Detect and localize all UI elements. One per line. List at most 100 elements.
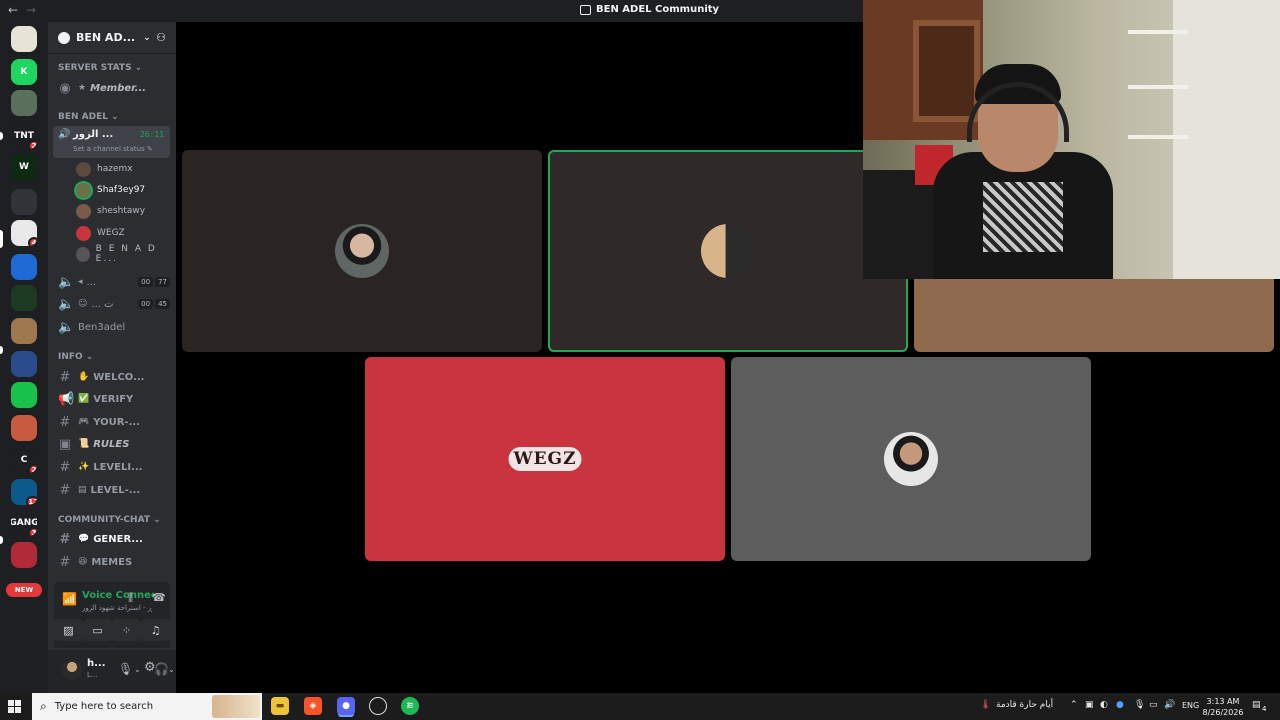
server-icon[interactable]	[11, 318, 37, 344]
chevron-down-icon[interactable]: ⌄	[168, 665, 175, 674]
microphone-icon[interactable]: 🎙	[1134, 700, 1145, 710]
headphones-icon[interactable]: 🎧	[154, 662, 169, 676]
scroll-emoji: 📜	[78, 439, 90, 449]
voice-user[interactable]: Shaf3ey97	[76, 181, 145, 199]
voice-channel-subtitle[interactable]: غرفة الزور - استراحة شهود الزور	[82, 604, 152, 612]
category-server-stats[interactable]: SERVER STATS ⌄	[58, 63, 142, 73]
voice-user[interactable]: hazemx	[76, 160, 133, 178]
voice-user[interactable]: sheshtawy	[76, 202, 145, 220]
hash-icon: #	[59, 459, 71, 475]
text-channel[interactable]: # ▤ LEVEL-...	[54, 480, 170, 500]
server-icon[interactable]: W	[11, 154, 37, 180]
server-icon	[580, 4, 591, 15]
volume-icon[interactable]: 🔊	[1164, 700, 1175, 710]
tray-app-icon[interactable]: ▣	[1085, 700, 1094, 710]
clock[interactable]: 3:13 AM 8/26/2026	[1200, 696, 1246, 718]
text-channel[interactable]: 📢 ✅ VERIFY	[54, 389, 170, 409]
server-icon[interactable]: C2	[11, 447, 37, 473]
brave-browser-icon[interactable]: ◈	[304, 697, 322, 715]
participant-tile-speaking[interactable]	[548, 150, 908, 352]
server-icon[interactable]	[11, 382, 37, 408]
server-icon[interactable]	[11, 254, 37, 280]
voice-channel[interactable]: 🔈 Ben3adel	[54, 317, 170, 337]
windows-start-icon[interactable]	[8, 700, 21, 713]
server-icon[interactable]: 4	[11, 220, 37, 246]
server-icon[interactable]	[11, 351, 37, 377]
speech-emoji: 💬	[78, 534, 90, 544]
text-channel[interactable]: # 💬 GENER...	[54, 529, 170, 549]
file-explorer-icon[interactable]: ▬	[271, 697, 289, 715]
text-channel[interactable]: # ✨ LEVELI...	[54, 457, 170, 477]
wegz-logo: WEGZ	[508, 447, 582, 471]
spotify-icon[interactable]: ≋	[401, 697, 419, 715]
server-icon[interactable]: 12	[11, 479, 37, 505]
participant-tile[interactable]	[731, 357, 1091, 561]
server-badge-icon	[58, 31, 70, 44]
username[interactable]: h...	[87, 658, 106, 669]
text-channel[interactable]: ▣ 📜 RULES	[54, 434, 170, 454]
microphone-icon[interactable]: 🎙	[118, 662, 133, 676]
text-channel[interactable]: # ✋ WELCO...	[54, 367, 170, 387]
tray-expand-icon[interactable]: ⌃	[1070, 700, 1078, 710]
new-badge[interactable]: NEW	[6, 583, 42, 597]
server-unread-pill	[0, 132, 3, 140]
server-icon[interactable]: TNT 2	[11, 123, 37, 149]
activities-icon[interactable]: ⁘	[112, 619, 141, 641]
voice-channel[interactable]: 🔈 ◂ ... 00 77	[54, 272, 170, 292]
mention-badge: 2	[28, 464, 37, 473]
active-voice-channel[interactable]: 🔊 الزور ... 26:11 Set a channel status ✎	[53, 126, 170, 158]
mention-badge: 3	[28, 527, 37, 536]
taskbar-search[interactable]: ⌕ Type here to search	[32, 693, 262, 720]
avatar	[76, 225, 91, 241]
search-highlight-image	[212, 695, 260, 718]
server-icon[interactable]	[11, 26, 37, 52]
guild-header[interactable]: BEN AD... ⌄ ⚇	[48, 22, 176, 54]
broadcast-icon: ◉	[59, 80, 71, 96]
server-selected-pill	[0, 230, 3, 248]
category-community-chat[interactable]: COMMUNITY-CHAT ⌄	[58, 515, 161, 525]
avatar	[76, 182, 91, 198]
server-icon[interactable]	[11, 415, 37, 441]
participant-tile-wegz[interactable]: WEGZ	[365, 357, 725, 561]
voice-channel[interactable]: 🔈 ☺ ... ت 00 45	[54, 294, 170, 314]
camera-off-icon[interactable]: ▨	[54, 619, 83, 641]
text-channel[interactable]: # 🎮 YOUR-...	[54, 412, 170, 432]
chevron-down-icon[interactable]: ⌄	[134, 665, 141, 674]
category-ben-adel[interactable]: BEN ADEL ⌄	[58, 112, 119, 122]
disconnect-icon[interactable]: ☎	[152, 591, 166, 604]
mention-badge: 2	[28, 140, 37, 149]
server-icon[interactable]	[11, 189, 37, 215]
language-indicator[interactable]: ENG	[1182, 701, 1199, 710]
network-icon[interactable]: ▭	[1149, 700, 1158, 710]
server-icon[interactable]: GANG 3	[11, 510, 37, 536]
voice-user[interactable]: WEGZ	[76, 224, 125, 242]
channel-status-hint[interactable]: Set a channel status ✎	[73, 145, 153, 153]
invite-people-icon[interactable]: ⚇	[156, 31, 166, 44]
server-name: BEN AD...	[76, 31, 136, 44]
settings-gear-icon[interactable]: ⚙	[144, 660, 156, 675]
avatar[interactable]	[62, 660, 82, 680]
channel-member-stats[interactable]: ◉ ★ Member...	[54, 78, 170, 98]
screen-share-icon[interactable]: ▭	[83, 619, 112, 641]
weather-text[interactable]: أيام حارة قادمة	[996, 700, 1053, 710]
text-channel[interactable]: # 😆 MEMES	[54, 552, 170, 572]
server-icon[interactable]	[11, 285, 37, 311]
voice-connected-label[interactable]: Voice Connected	[82, 590, 154, 601]
obs-icon[interactable]	[369, 697, 387, 715]
forward-arrow-icon[interactable]: →	[26, 3, 36, 17]
back-arrow-icon[interactable]: ←	[8, 3, 18, 17]
tray-app-icon[interactable]: ◐	[1100, 700, 1108, 710]
noise-suppression-icon[interactable]: ⫼	[128, 591, 133, 605]
soundboard-icon[interactable]: ♫	[141, 619, 170, 641]
server-icon[interactable]: K	[11, 59, 37, 85]
notifications-icon[interactable]: ▤	[1252, 700, 1261, 710]
streamer	[923, 64, 1113, 279]
tray-app-icon[interactable]: ●	[1116, 700, 1124, 710]
voice-user[interactable]: B E N A D E...	[76, 244, 176, 264]
server-icon[interactable]	[11, 542, 37, 568]
participant-tile[interactable]	[182, 150, 542, 352]
server-icon[interactable]	[11, 90, 37, 116]
discord-icon[interactable]: ●	[337, 697, 355, 715]
category-info[interactable]: INFO ⌄	[58, 352, 93, 362]
avatar	[76, 161, 91, 177]
